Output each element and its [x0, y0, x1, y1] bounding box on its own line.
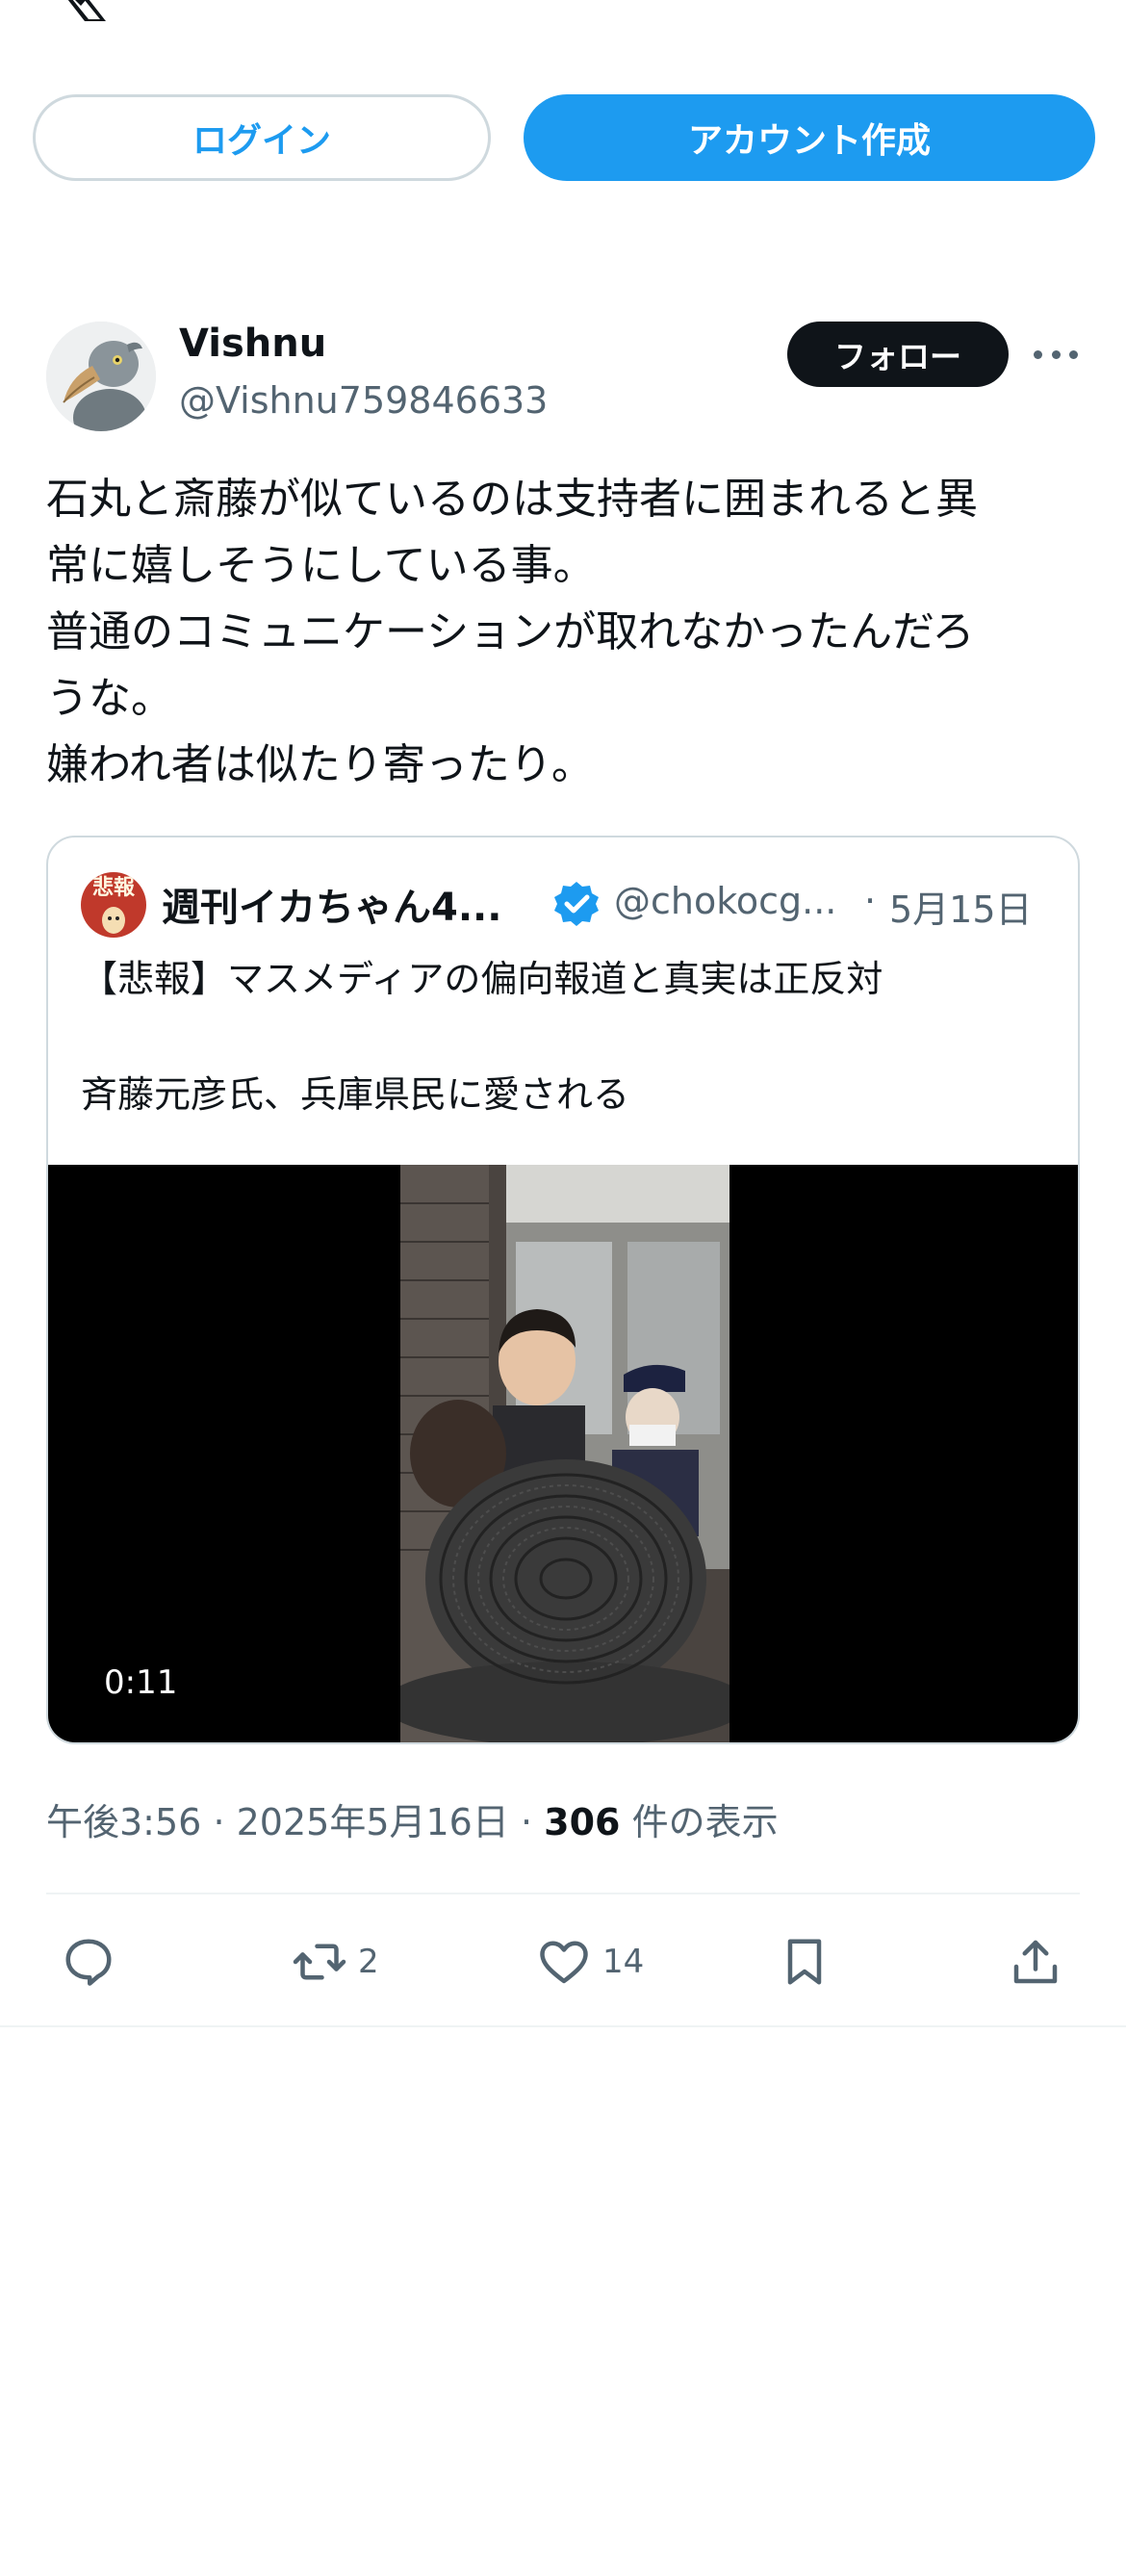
meta-separator: ·: [520, 1801, 533, 1843]
meta-separator: ·: [864, 880, 877, 922]
tweet-time[interactable]: 午後3:56: [46, 1801, 201, 1843]
share-button[interactable]: [1007, 1925, 1064, 1998]
reply-icon: [65, 1939, 112, 1986]
quoted-author-avatar[interactable]: 悲報: [81, 872, 146, 938]
tweet-text: 石丸と斎藤が似ているのは支持者に囲まれると異 常に嬉しそうにしている事。 普通の…: [46, 466, 1086, 798]
quoted-author-name[interactable]: 週刊イカちゃん4...: [162, 876, 508, 932]
like-count: 14: [602, 1943, 645, 1981]
divider: [46, 1893, 1080, 1894]
quoted-text-line: 【悲報】マスメディアの偏向報道と真実は正反対: [81, 958, 883, 1000]
reply-button[interactable]: [60, 1925, 117, 1998]
author-avatar[interactable]: [46, 322, 156, 431]
bookmark-button[interactable]: [776, 1925, 833, 1998]
tweet-text-line: 普通のコミュニケーションが取れなかったんだろ: [46, 607, 975, 657]
video-still-image: [400, 1165, 729, 1742]
retweet-count: 2: [358, 1943, 379, 1981]
login-button[interactable]: ログイン: [33, 94, 491, 181]
more-options-icon[interactable]: [1034, 337, 1078, 372]
quoted-tweet[interactable]: 悲報 週刊イカちゃん4... @chokocg... · 5月15日 【悲報】マ…: [46, 836, 1080, 1744]
divider: [0, 2025, 1126, 2027]
video-player[interactable]: 0:11: [48, 1165, 1078, 1742]
tweet-text-line: うな。: [46, 674, 173, 723]
retweet-icon: [293, 1944, 346, 1980]
tweet-text-line: 石丸と斎藤が似ているのは支持者に囲まれると異: [46, 475, 978, 524]
view-count: 306: [544, 1801, 621, 1843]
shoebill-avatar-image: [46, 322, 156, 431]
author-name[interactable]: Vishnu: [179, 322, 326, 366]
tweet-text-line: 嫌われ者は似たり寄ったり。: [46, 740, 594, 789]
author-handle[interactable]: @Vishnu759846633: [179, 379, 548, 422]
heart-icon: [540, 1941, 588, 1984]
video-duration: 0:11: [104, 1663, 178, 1702]
tweet-text-line: 常に嬉しそうにしている事。: [46, 541, 596, 590]
follow-button[interactable]: フォロー: [787, 322, 1009, 387]
auth-buttons: ログイン アカウント作成: [33, 94, 1095, 181]
quoted-author-handle[interactable]: @chokocg...: [614, 880, 903, 922]
video-thumbnail: [400, 1165, 729, 1742]
tweet-date[interactable]: 2025年5月16日: [237, 1801, 509, 1843]
bookmark-icon: [787, 1939, 822, 1985]
quoted-text-line: 斉藤元彦氏、兵庫県民に愛される: [81, 1073, 630, 1116]
create-account-button[interactable]: アカウント作成: [524, 94, 1095, 181]
action-bar: 2 14: [46, 1925, 1080, 1998]
tweet-meta: 午後3:56 · 2025年5月16日 · 306 件の表示: [46, 1792, 779, 1845]
squid-mascot-image: [102, 907, 125, 934]
view-label: 件の表示: [631, 1801, 779, 1843]
retweet-button[interactable]: 2: [291, 1925, 379, 1998]
quoted-date[interactable]: 5月15日: [889, 880, 1033, 933]
share-icon: [1013, 1940, 1058, 1984]
top-bar: [0, 0, 1126, 29]
verified-badge-icon: [554, 882, 599, 926]
meta-separator: ·: [213, 1801, 225, 1843]
like-button[interactable]: 14: [535, 1925, 644, 1998]
x-logo-icon[interactable]: [46, 0, 110, 21]
